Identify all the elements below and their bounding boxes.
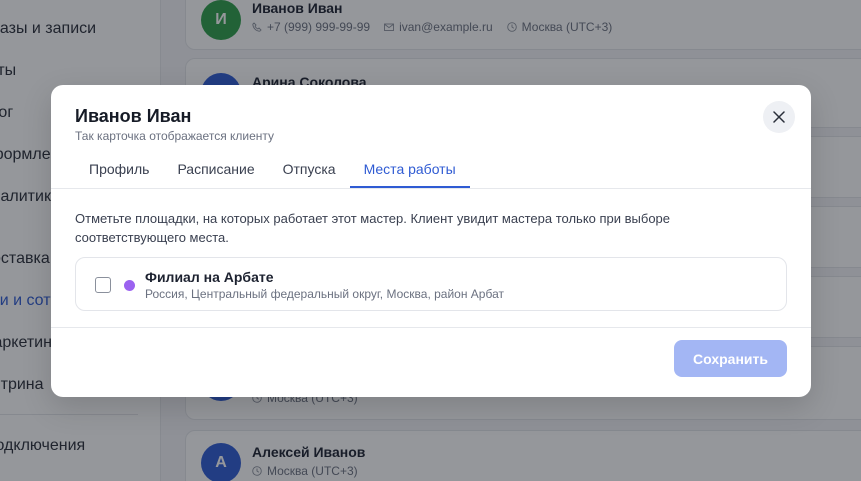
- tabs-divider: [51, 188, 811, 189]
- footer-divider: [51, 327, 811, 328]
- location-address: Россия, Центральный федеральный округ, М…: [145, 287, 504, 301]
- modal-subtitle: Так карточка отображается клиенту: [75, 129, 275, 143]
- save-button[interactable]: Сохранить: [674, 340, 787, 377]
- close-icon: [773, 111, 785, 123]
- tab-profile[interactable]: Профиль: [75, 152, 163, 188]
- modal-tabs: Профиль Расписание Отпуска Места работы: [75, 152, 470, 188]
- location-checkbox[interactable]: [95, 277, 111, 293]
- location-color-dot: [124, 280, 135, 291]
- tab-vacations[interactable]: Отпуска: [269, 152, 350, 188]
- location-name: Филиал на Арбате: [145, 269, 274, 285]
- tab-workplaces[interactable]: Места работы: [349, 152, 470, 188]
- workplaces-description: Отметьте площадки, на которых работает э…: [75, 211, 671, 245]
- modal-title: Иванов Иван: [75, 106, 192, 126]
- close-button[interactable]: [763, 101, 795, 133]
- tab-schedule[interactable]: Расписание: [163, 152, 268, 188]
- location-option[interactable]: Филиал на Арбате Россия, Центральный фед…: [75, 257, 787, 311]
- staff-modal: Иванов Иван Так карточка отображается кл…: [51, 85, 811, 397]
